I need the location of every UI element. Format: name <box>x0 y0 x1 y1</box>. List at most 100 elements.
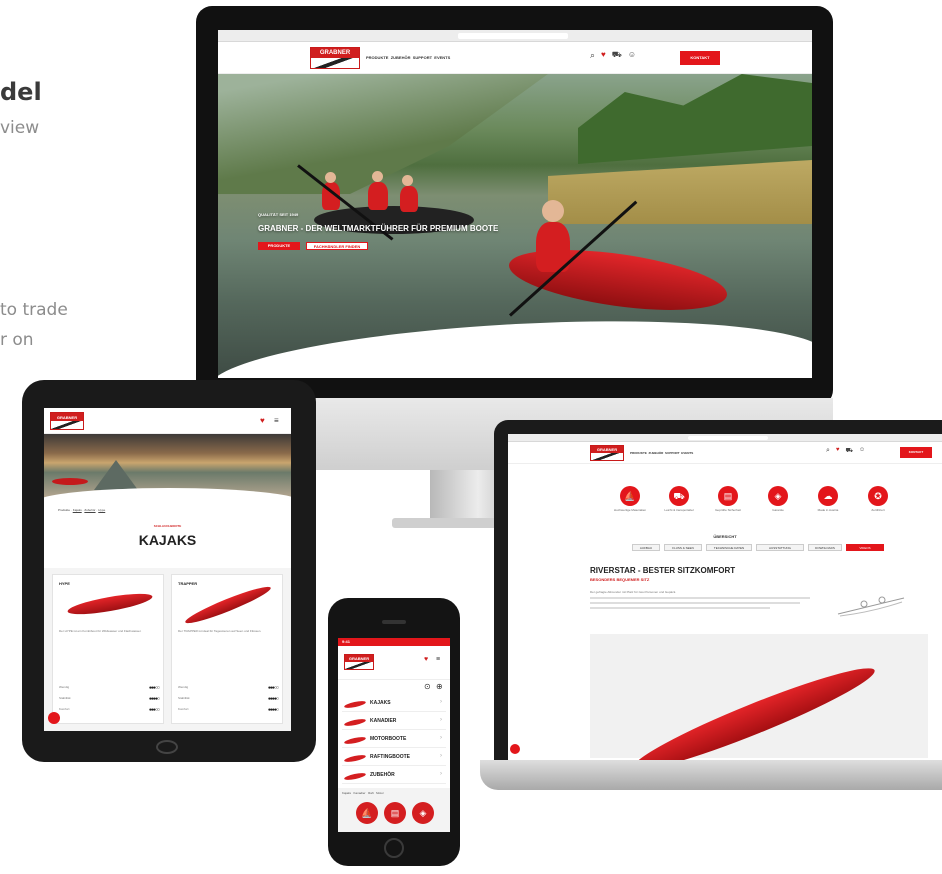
product-card-hype[interactable]: HYPE Der HYPE ist ein Kombiboot für Wild… <box>52 574 164 724</box>
iphone-tab[interactable]: Kajaks <box>342 791 351 795</box>
menu-label: KANADIER <box>370 718 397 724</box>
iphone-home-button[interactable] <box>384 838 404 858</box>
hero-secondary-button[interactable]: FACHHÄNDLER FINDEN <box>306 242 368 250</box>
rating-dots: ●●●●○ <box>267 696 279 702</box>
tab-videos[interactable]: VIDEOS <box>846 544 884 551</box>
breadcrumb-item[interactable]: Kajaks <box>73 508 82 512</box>
laptop-user-icon[interactable]: ☺ <box>859 447 865 455</box>
tab-downloads[interactable]: DOWNLOADS <box>808 544 842 551</box>
cart-icon[interactable]: ⛟ <box>612 50 622 61</box>
iphone-user-icon[interactable]: ⊕ <box>436 682 443 691</box>
ipad-page-title: KAJAKS <box>138 532 197 548</box>
breadcrumb-item[interactable]: Zubehör <box>84 508 95 512</box>
user-icon[interactable]: ☺ <box>628 50 636 61</box>
background-title: del <box>0 78 42 106</box>
rating-label: Stabilität <box>178 696 190 700</box>
grabner-logo[interactable]: GRABNER <box>310 47 360 69</box>
card-title: TRAPPER <box>178 581 198 586</box>
document-icon[interactable]: ▤ <box>384 802 406 824</box>
card-kayak-image <box>66 589 154 619</box>
feature-document-icon: ▤ <box>718 486 738 506</box>
card-text: Der TRAPPER ist ideal für Tagestouren au… <box>178 629 262 633</box>
laptop-site-header: GRABNER PRODUKTE ZUBEHÖR SUPPORT EVENTS … <box>508 442 942 464</box>
menu-item-motorboote[interactable]: MOTORBOOTE › <box>342 732 446 748</box>
menu-item-kanadier[interactable]: KANADIER › <box>342 714 446 730</box>
shield-icon[interactable]: ◈ <box>412 802 434 824</box>
search-icon[interactable]: ⌕ <box>590 50 595 61</box>
ipad-wishlist-icon[interactable]: ♥ <box>260 416 265 425</box>
nav-item-support[interactable]: SUPPORT <box>413 55 432 60</box>
ipad-screen: GRABNER ♥ ≡ Produkte · Kajaks · Zubehör … <box>44 408 291 731</box>
rating-row: Komfort ●●●○○ <box>59 707 160 715</box>
nav-item-events[interactable]: EVENTS <box>434 55 450 60</box>
laptop-nav-item-support[interactable]: SUPPORT <box>665 451 680 455</box>
ipad-logo-wordmark: GRABNER <box>51 413 83 421</box>
laptop-screen: GRABNER PRODUKTE ZUBEHÖR SUPPORT EVENTS … <box>508 434 942 760</box>
menu-item-raftingboote[interactable]: RAFTINGBOOTE › <box>342 750 446 766</box>
tab-ausstattung[interactable]: AUSSTATTUNG <box>756 544 804 551</box>
menu-item-zubehoer[interactable]: ZUBEHÖR › <box>342 768 446 784</box>
ipad-logo[interactable]: GRABNER <box>50 412 84 430</box>
iphone-tab[interactable]: Raft <box>368 791 374 795</box>
header-icons: ⌕ ♥ ⛟ ☺ <box>590 50 636 61</box>
iphone-tab[interactable]: Motor <box>376 791 384 795</box>
menu-item-kajaks[interactable]: KAJAKS › <box>342 696 446 712</box>
laptop-search-icon[interactable]: ⌕ <box>826 447 830 455</box>
laptop-logo[interactable]: GRABNER <box>590 445 624 461</box>
ipad-breadcrumb: Produkte · Kajaks · Zubehör · Hype <box>58 508 106 512</box>
ipad-menu-icon[interactable]: ≡ <box>274 416 279 425</box>
address-bar[interactable] <box>458 33 568 39</box>
nav-item-zubehoer[interactable]: ZUBEHÖR <box>391 55 411 60</box>
rating-row: Wendig ●●●○○ <box>59 685 160 693</box>
ipad-chat-button[interactable] <box>48 712 60 724</box>
breadcrumb-item[interactable]: Produkte <box>58 508 70 512</box>
laptop-address-bar[interactable] <box>688 436 768 440</box>
main-nav: PRODUKTE ZUBEHÖR SUPPORT EVENTS <box>366 55 450 60</box>
contact-button[interactable]: KONTAKT <box>680 51 720 65</box>
laptop-cart-icon[interactable]: ⛟ <box>845 447 853 455</box>
laptop-wishlist-icon[interactable]: ♥ <box>836 447 840 455</box>
laptop-browser-toolbar <box>508 434 942 442</box>
nav-item-produkte[interactable]: PRODUKTE <box>366 55 388 60</box>
laptop-contact-button[interactable]: KONTAKT <box>900 447 932 458</box>
feature-label-6: Zertifiziert <box>871 508 885 512</box>
ipad-kicker: SCHLAUCHBOOTE <box>153 524 182 528</box>
iphone-speaker <box>382 620 406 624</box>
rating-label: Wendig <box>59 685 70 689</box>
laptop-nav-item-produkte[interactable]: PRODUKTE <box>630 451 647 455</box>
description-text: Der gefragte Allrounder mit Platz für zw… <box>590 590 677 594</box>
boat-icon[interactable]: ⛵ <box>356 802 378 824</box>
menu-label: ZUBEHÖR <box>370 772 395 778</box>
hero-primary-button[interactable]: PRODUKTE <box>258 242 300 250</box>
rating-label: Stabilität <box>59 696 71 700</box>
ipad-home-button[interactable] <box>156 740 178 754</box>
rating-row: Komfort ●●●●○ <box>178 707 279 715</box>
product-card-trapper[interactable]: TRAPPER Der TRAPPER ist ideal für Tagest… <box>171 574 283 724</box>
chevron-right-icon: › <box>440 699 442 705</box>
iphone-wishlist-icon[interactable]: ♥ <box>424 656 428 663</box>
iphone-search-icon[interactable]: ⊙ <box>424 682 431 691</box>
iphone-tab[interactable]: Kanadier <box>354 791 366 795</box>
feature-cloud-icon: ☁ <box>818 486 838 506</box>
hero-kicker: QUALITÄT SEIT 1949 <box>258 212 299 217</box>
tab-aufbau[interactable]: AUFBAU <box>632 544 660 551</box>
background-line-1: to trade <box>0 300 68 320</box>
boat-thumb <box>343 735 367 746</box>
iphone-status-bar: 9:41 <box>338 638 450 646</box>
tab-fluss-seen[interactable]: FLUSS & SEEN <box>664 544 702 551</box>
breadcrumb-item[interactable]: Hype <box>98 508 105 512</box>
wishlist-icon[interactable]: ♥ <box>601 50 606 61</box>
iphone-menu-icon[interactable]: ≡ <box>436 656 440 663</box>
laptop-nav-item-events[interactable]: EVENTS <box>681 451 693 455</box>
laptop-nav-item-zubehoer[interactable]: ZUBEHÖR <box>649 451 664 455</box>
card-ratings: Wendig ●●●○○ Stabilität ●●●●○ Komfort ●●●●○ <box>178 685 279 715</box>
laptop-logo-wave <box>591 453 623 460</box>
tab-technische-daten[interactable]: TECHNISCHE DATEN <box>706 544 752 551</box>
boat-thumb <box>343 699 367 710</box>
laptop-chat-button[interactable] <box>510 744 520 754</box>
paddler-3 <box>400 186 418 212</box>
iphone-logo-wave <box>345 662 373 669</box>
chevron-right-icon: › <box>440 717 442 723</box>
chevron-right-icon: › <box>440 753 442 759</box>
iphone-logo[interactable]: GRABNER <box>344 654 374 670</box>
